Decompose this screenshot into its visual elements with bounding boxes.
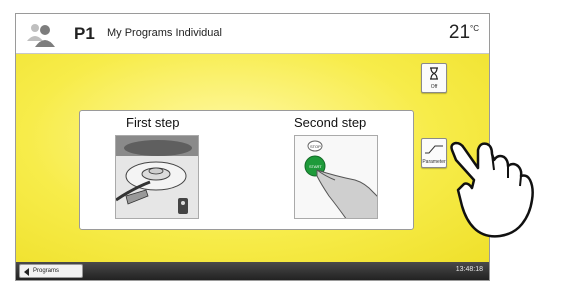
parameter-button-label: Parameter <box>422 159 446 165</box>
program-name: My Programs Individual <box>107 27 222 39</box>
second-step-illustration: STOP START <box>294 135 378 219</box>
back-arrow-icon <box>24 268 29 276</box>
temperature-value: 21 <box>448 22 471 43</box>
parameter-button[interactable]: Parameter <box>421 138 447 168</box>
header-bar: P1 My Programs Individual 21°C <box>16 14 489 54</box>
second-step-title: Second step <box>294 115 367 130</box>
start-label: START <box>309 164 322 169</box>
timer-button[interactable]: Off <box>421 63 447 93</box>
pointing-hand-icon <box>450 141 534 238</box>
footer-bar: Programs 13:48:18 <box>16 262 489 280</box>
programs-back-label: Programs <box>33 268 60 274</box>
stop-label: STOP <box>310 144 321 149</box>
programs-back-button[interactable]: Programs <box>19 264 83 278</box>
first-step-title: First step <box>126 115 180 130</box>
user-profile-icon[interactable] <box>26 20 56 48</box>
first-step-illustration <box>115 135 199 219</box>
hourglass-icon <box>430 67 438 80</box>
temperature-curve-icon <box>425 145 443 154</box>
instruction-dialog: First step Second step STOP START <box>79 110 414 230</box>
clock-time: 13:48:18 <box>455 266 483 273</box>
timer-button-label: Off <box>430 84 438 90</box>
main-area: Off Parameter First step Second step STO… <box>16 54 489 264</box>
program-number: P1 <box>74 24 95 43</box>
furnace-screen: P1 My Programs Individual 21°C Off Param… <box>15 13 490 281</box>
temperature-readout: 21°C <box>449 22 479 44</box>
temperature-unit: °C <box>470 24 479 33</box>
